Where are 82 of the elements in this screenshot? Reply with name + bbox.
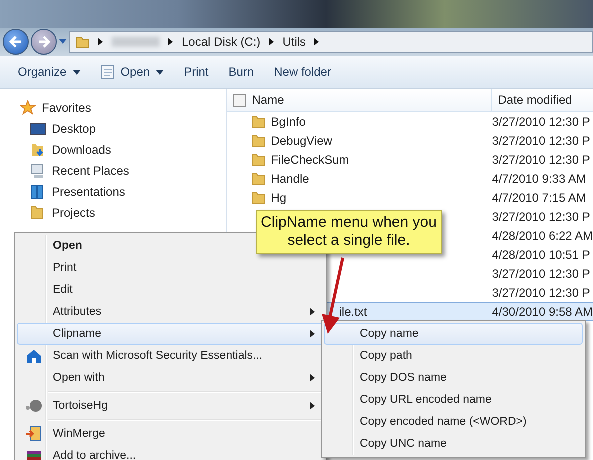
- nav-item[interactable]: Recent Places: [52, 164, 130, 178]
- file-name: Handle: [271, 172, 310, 186]
- back-button[interactable]: [3, 29, 29, 55]
- forward-arrow-icon: [37, 35, 51, 49]
- back-arrow-icon: [9, 35, 23, 49]
- file-row[interactable]: FileCheckSum 3/27/2010 12:30 P: [227, 150, 593, 169]
- file-row[interactable]: DebugView 3/27/2010 12:30 P: [227, 131, 593, 150]
- submenu-arrow-icon: [310, 330, 315, 338]
- menu-item[interactable]: Copy DOS name: [324, 367, 583, 389]
- file-name: BgInfo: [271, 114, 306, 128]
- document-icon: [24, 426, 42, 442]
- menu-item[interactable]: Copy path: [324, 345, 583, 367]
- breadcrumb[interactable]: Utils: [282, 35, 306, 49]
- nav-item[interactable]: Presentations: [52, 184, 126, 198]
- book-icon: [30, 184, 46, 200]
- date-cell: 3/27/2010 12:30 P: [492, 134, 590, 148]
- folder-icon: [252, 172, 266, 186]
- folder-icon: [30, 204, 46, 220]
- date-cell: 4/7/2010 9:33 AM: [492, 172, 586, 186]
- menu-item[interactable]: Print: [17, 257, 324, 279]
- menu-item[interactable]: Copy encoded name (<WORD>): [324, 411, 583, 433]
- nav-item[interactable]: Desktop: [52, 122, 96, 136]
- folder-icon: [252, 134, 266, 148]
- menu-item[interactable]: Edit: [17, 279, 324, 301]
- nav-item[interactable]: Downloads: [52, 142, 112, 156]
- submenu-arrow-icon: [310, 402, 315, 410]
- toolbar-button[interactable]: New folder: [266, 61, 340, 83]
- chevron-icon: [314, 38, 320, 46]
- date-cell: 3/27/2010 12:30 P: [492, 152, 590, 166]
- computer-icon: [30, 162, 46, 178]
- toolbar-button[interactable]: Print: [176, 61, 217, 83]
- file-row[interactable]: Handle 4/7/2010 9:33 AM: [227, 169, 593, 188]
- books-icon: [26, 451, 42, 460]
- folder-icon: [252, 190, 266, 204]
- menu-item[interactable]: Scan with Microsoft Security Essentials...: [17, 345, 324, 367]
- folder-icon: [252, 152, 266, 166]
- submenu-arrow-icon: [310, 374, 315, 382]
- menu-item[interactable]: Copy UNC name: [324, 433, 583, 455]
- toolbar-button[interactable]: Burn: [220, 61, 262, 83]
- star-icon: [20, 100, 36, 116]
- chevron-icon: [98, 38, 104, 46]
- toolbar-button[interactable]: Organize: [10, 61, 89, 83]
- menu-item[interactable]: Copy name: [324, 323, 583, 345]
- nav-item[interactable]: Projects: [52, 206, 96, 220]
- house-icon: [26, 348, 42, 364]
- file-row[interactable]: BgInfo 3/27/2010 12:30 P: [227, 112, 593, 131]
- forward-button[interactable]: [31, 29, 57, 55]
- submenu-arrow-icon: [310, 308, 315, 316]
- file-name: DebugView: [271, 134, 332, 148]
- date-cell: 4/28/2010 10:51 P: [492, 248, 590, 262]
- notepad-icon: [100, 64, 115, 80]
- date-cell: 3/27/2010 12:30 P: [492, 114, 590, 128]
- address-bar[interactable]: Local Disk (C:) Utils: [69, 31, 593, 53]
- file-name: ile.txt: [339, 304, 368, 318]
- menu-item[interactable]: Open with: [17, 367, 324, 389]
- folder-icon: [252, 114, 266, 128]
- column-header[interactable]: Date modified: [492, 89, 572, 111]
- date-cell: 3/27/2010 12:30 P: [492, 266, 590, 280]
- monitor-icon: [30, 122, 46, 136]
- select-all-checkbox[interactable]: [233, 94, 246, 106]
- menu-item[interactable]: TortoiseHg: [17, 395, 324, 417]
- column-header[interactable]: Name: [227, 89, 492, 111]
- callout-tooltip: ClipName menu when you select a single file.: [256, 210, 442, 254]
- date-cell: 3/27/2010 12:30 P: [492, 286, 590, 300]
- menu-item[interactable]: WinMerge: [17, 423, 324, 445]
- folder-icon: [76, 35, 90, 49]
- date-cell: 4/7/2010 7:15 AM: [492, 190, 586, 204]
- toolbar-button[interactable]: Open: [92, 60, 172, 84]
- chevron-icon: [268, 38, 275, 46]
- nav-heading[interactable]: Favorites: [42, 100, 92, 114]
- date-cell: 4/30/2010 9:58 AM: [492, 304, 593, 318]
- file-name: Hg: [271, 190, 287, 204]
- menu-item[interactable]: Clipname: [17, 323, 324, 345]
- file-row[interactable]: Hg 4/7/2010 7:15 AM: [227, 188, 593, 207]
- folder-download-icon: [30, 142, 46, 158]
- menu-item[interactable]: Add to archive...: [17, 445, 324, 460]
- breadcrumb[interactable]: Local Disk (C:): [182, 35, 261, 49]
- chevron-icon: [168, 38, 174, 46]
- file-name: FileCheckSum: [271, 152, 350, 166]
- menu-item[interactable]: Copy URL encoded name: [324, 389, 583, 411]
- blurred-crumb: [112, 37, 160, 47]
- caret-icon[interactable]: [59, 39, 67, 45]
